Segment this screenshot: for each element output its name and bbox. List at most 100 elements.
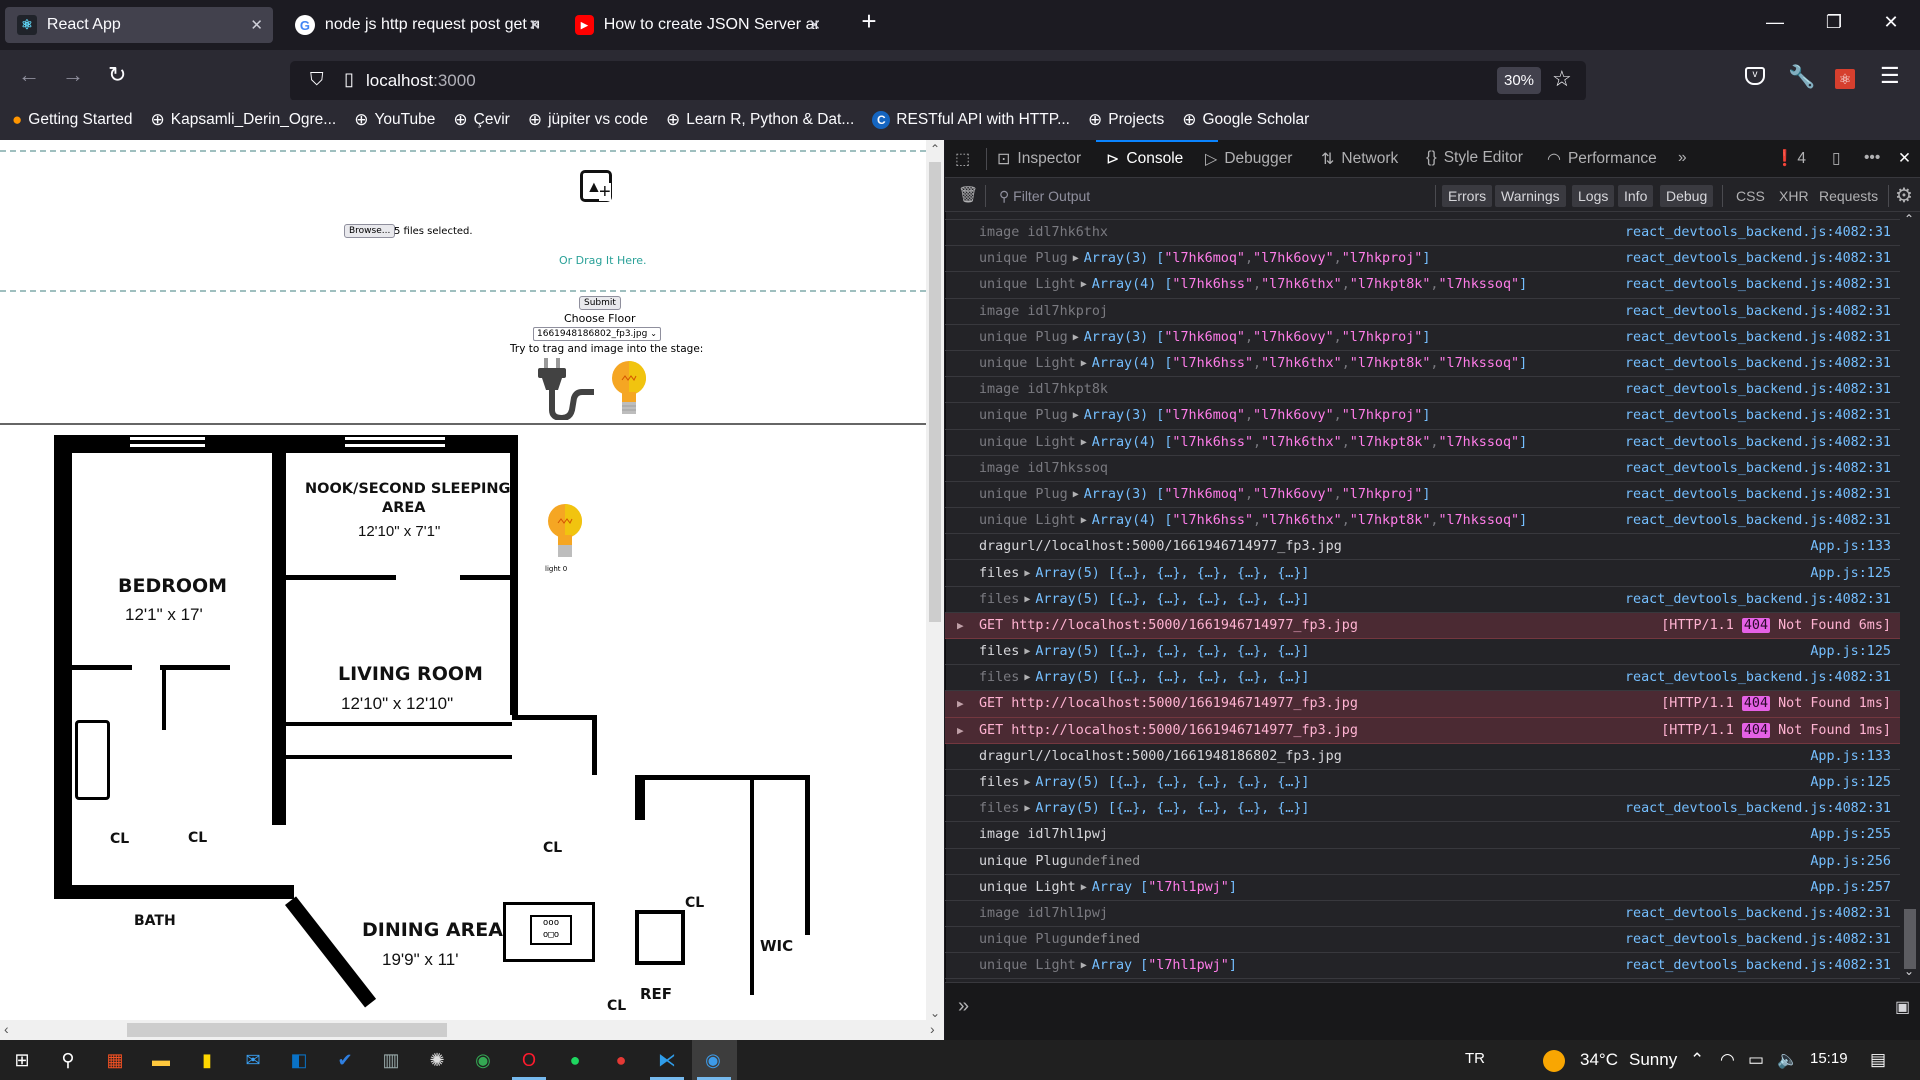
source-link[interactable]: react_devtools_backend.js:4082:31 xyxy=(1625,330,1891,345)
source-link[interactable]: react_devtools_backend.js:4082:31 xyxy=(1625,906,1891,921)
expand-triangle-icon[interactable]: ▶ xyxy=(957,724,964,737)
console-log-row[interactable]: unique Light ▶ Array(4) [ "l7hk6hss", "l7h… xyxy=(945,351,1901,378)
tab-youtube[interactable]: ▶ How to create JSON Server and ✕ xyxy=(563,7,831,43)
source-link[interactable]: App.js:256 xyxy=(1810,854,1891,869)
console-log-row[interactable]: unique Light ▶ Array(4) [ "l7hk6hss", "l7h… xyxy=(945,508,1901,535)
console-log-row[interactable]: image id l7hk6thx react_devtools_backend.… xyxy=(945,220,1901,247)
react-devtools-extension-icon[interactable]: ⚛ xyxy=(1835,69,1855,89)
expand-triangle-icon[interactable]: ▶ xyxy=(1024,568,1030,579)
windows-start-icon[interactable]: ⊞ xyxy=(10,1048,34,1072)
page-icon[interactable]: ▯ xyxy=(344,69,354,90)
close-devtools-icon[interactable]: ✕ xyxy=(1898,149,1911,168)
scrollbar-thumb[interactable] xyxy=(127,1023,447,1037)
expand-triangle-icon[interactable]: ▶ xyxy=(1081,358,1087,369)
menu-icon[interactable]: ☰ xyxy=(1880,63,1900,89)
expand-triangle-icon[interactable]: ▶ xyxy=(1073,489,1079,500)
floorplan-stage[interactable]: ooo o□o BEDROOM 12'1" x 17' NOOK/SECOND S… xyxy=(0,425,926,1040)
expand-triangle-icon[interactable]: ▶ xyxy=(1073,332,1079,343)
browse-button[interactable]: Browse... xyxy=(344,224,396,238)
page-vertical-scrollbar[interactable]: ⌃ ⌄ xyxy=(926,140,944,1040)
add-image-icon[interactable]: ▲ + xyxy=(580,170,612,202)
console-log-row[interactable]: unique Light ▶ Array(4) [ "l7hk6hss", "l7h… xyxy=(945,272,1901,299)
volume-icon[interactable]: 🔈 xyxy=(1777,1050,1798,1070)
tab-console[interactable]: ⊳ Console xyxy=(1106,149,1183,169)
scroll-down-icon[interactable]: ⌄ xyxy=(930,1006,940,1020)
tab-debugger[interactable]: ▷ Debugger xyxy=(1205,149,1292,169)
reload-icon[interactable]: ↻ xyxy=(108,62,126,88)
expand-triangle-icon[interactable]: ▶ xyxy=(1024,803,1030,814)
console-log-row[interactable]: unique Plug ▶ Array(3) [ "l7hk6moq", "l7hk… xyxy=(945,403,1901,430)
console-log-row[interactable]: image id l7hl1pwj react_devtools_backend.… xyxy=(945,901,1901,928)
expand-triangle-icon[interactable]: ▶ xyxy=(1081,882,1087,893)
expand-triangle-icon[interactable]: ▶ xyxy=(1024,646,1030,657)
bookmark-kapsamli[interactable]: ⊕ Kapsamli_Derin_Ogre... xyxy=(151,110,337,130)
source-link[interactable]: react_devtools_backend.js:4082:31 xyxy=(1625,277,1891,292)
console-log-row[interactable]: unique Light ▶ Array(4) [ "l7hk6hss", "l7h… xyxy=(945,430,1901,456)
console-log-row[interactable]: files ▶ Array(5) [ {…}, {…}, {…}, {…}, {…}… xyxy=(945,560,1901,587)
restore-button[interactable]: ❐ xyxy=(1819,12,1849,33)
console-log-row[interactable]: files ▶ Array(5) [ {…}, {…}, {…}, {…}, {…}… xyxy=(945,796,1901,823)
trash-icon[interactable]: 🗑 xyxy=(958,185,978,205)
more-tabs-icon[interactable]: » xyxy=(1678,149,1687,167)
source-link[interactable]: App.js:133 xyxy=(1810,539,1891,554)
console-scrollbar[interactable]: ⌃ ⌄ xyxy=(1900,212,1920,982)
todo-icon[interactable]: ✔ xyxy=(333,1048,357,1072)
source-link[interactable]: react_devtools_backend.js:4082:31 xyxy=(1625,513,1891,528)
language-indicator[interactable]: TR xyxy=(1465,1050,1485,1067)
console-log-row[interactable]: image id l7hl1pwj App.js:255 xyxy=(945,822,1901,849)
source-link[interactable]: react_devtools_backend.js:4082:31 xyxy=(1625,958,1891,973)
source-link[interactable]: App.js:125 xyxy=(1810,644,1891,659)
source-link[interactable]: react_devtools_backend.js:4082:31 xyxy=(1625,487,1891,502)
notifications-icon[interactable]: ▤ xyxy=(1870,1050,1886,1070)
close-tab-icon[interactable]: ✕ xyxy=(250,16,263,34)
vscode-icon[interactable]: ⧔ xyxy=(655,1048,679,1072)
expand-triangle-icon[interactable]: ▶ xyxy=(1073,253,1079,264)
tab-style-editor[interactable]: {} Style Editor xyxy=(1426,149,1523,167)
bookmark-google-scholar[interactable]: ⊕ Google Scholar xyxy=(1182,110,1309,130)
weather-text[interactable]: Sunny xyxy=(1629,1050,1677,1070)
source-link[interactable]: react_devtools_backend.js:4082:31 xyxy=(1625,251,1891,266)
source-link[interactable]: react_devtools_backend.js:4082:31 xyxy=(1625,592,1891,607)
expand-triangle-icon[interactable]: ▶ xyxy=(1081,437,1087,448)
source-link[interactable]: react_devtools_backend.js:4082:31 xyxy=(1625,932,1891,947)
page-horizontal-scrollbar[interactable]: ‹ › xyxy=(0,1020,944,1040)
source-link[interactable]: react_devtools_backend.js:4082:31 xyxy=(1625,408,1891,423)
filter-css-toggle[interactable]: CSS xyxy=(1736,188,1765,204)
filter-logs-button[interactable]: Logs xyxy=(1572,185,1615,207)
back-arrow-icon[interactable]: ← xyxy=(18,62,40,88)
console-output[interactable]: image id l7hk6thx react_devtools_backend.… xyxy=(945,212,1901,982)
console-log-row[interactable]: unique Light ▶ Array [ "l7hl1pwj" ] App.js:… xyxy=(945,875,1901,901)
console-log-row[interactable]: files ▶ Array(5) [ {…}, {…}, {…}, {…}, {…}… xyxy=(945,665,1901,692)
scrollbar-thumb[interactable] xyxy=(929,162,941,622)
element-picker-icon[interactable]: ⬚ xyxy=(955,149,977,169)
console-error-row[interactable]: ▶ GET http://localhost:5000/1661946714977… xyxy=(945,612,1901,639)
sidebar-toggle-icon[interactable]: ▣ xyxy=(1895,997,1910,1017)
mail-icon[interactable]: ✉ xyxy=(241,1048,265,1072)
placed-lightbulb-icon[interactable] xyxy=(545,503,585,563)
bookmark-learn-r[interactable]: ⊕ Learn R, Python & Dat... xyxy=(666,110,854,130)
console-error-row[interactable]: ▶ GET http://localhost:5000/1661946714977… xyxy=(945,717,1901,744)
outlook-icon[interactable]: ◧ xyxy=(287,1048,311,1072)
source-link[interactable]: react_devtools_backend.js:4082:31 xyxy=(1625,801,1891,816)
drag-here-text[interactable]: Or Drag It Here. xyxy=(559,254,647,267)
weather-sun-icon[interactable] xyxy=(1543,1050,1565,1072)
store-icon[interactable]: ▦ xyxy=(103,1048,127,1072)
filter-xhr-toggle[interactable]: XHR xyxy=(1779,188,1809,204)
bookmark-cevir[interactable]: ⊕ Çevir xyxy=(453,110,509,130)
source-link[interactable]: react_devtools_backend.js:4082:31 xyxy=(1625,304,1891,319)
settings-gear-icon[interactable]: ⚙ xyxy=(1895,183,1913,208)
expand-triangle-icon[interactable]: ▶ xyxy=(957,619,964,632)
wrench-icon[interactable]: 🔧 xyxy=(1788,64,1815,90)
wifi-icon[interactable]: ◠ xyxy=(1720,1050,1735,1070)
app-icon[interactable]: ✺ xyxy=(425,1048,449,1072)
tab-network[interactable]: ⇅ Network xyxy=(1321,149,1398,169)
zoom-level-button[interactable]: 30% xyxy=(1497,67,1541,94)
forward-arrow-icon[interactable]: → xyxy=(62,62,84,88)
console-log-row[interactable]: unique Plug undefined react_devtools_back… xyxy=(945,927,1901,954)
console-error-row[interactable]: ▶ GET http://localhost:5000/1661946714977… xyxy=(945,691,1901,718)
tab-inspector[interactable]: ⊡ Inspector xyxy=(997,149,1081,169)
console-log-row[interactable]: files ▶ Array(5) [ {…}, {…}, {…}, {…}, {…}… xyxy=(945,587,1901,613)
filter-info-button[interactable]: Info xyxy=(1618,185,1654,207)
console-log-row[interactable]: unique Plug ▶ Array(3) [ "l7hk6moq", "l7hk… xyxy=(945,482,1901,509)
source-link[interactable]: react_devtools_backend.js:4082:31 xyxy=(1625,435,1891,450)
